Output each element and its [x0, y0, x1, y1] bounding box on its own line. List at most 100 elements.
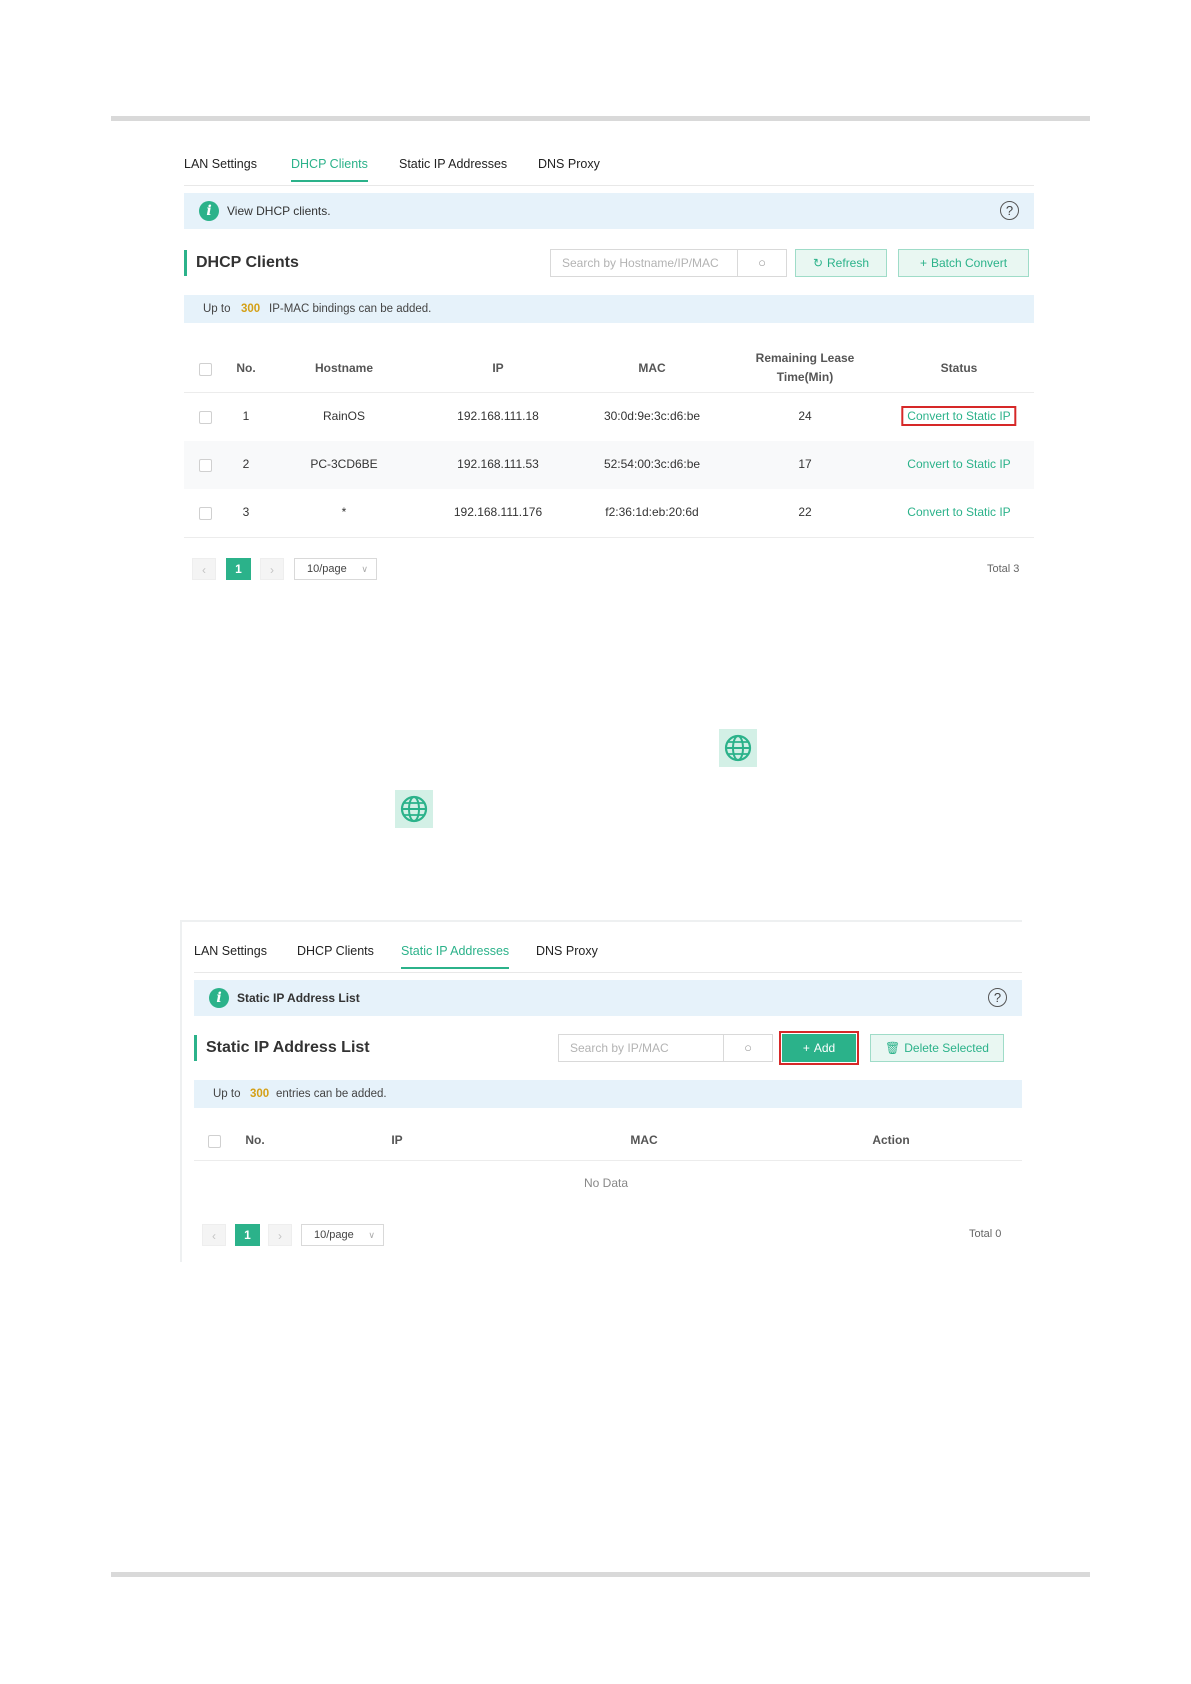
tab-static-ip-addresses[interactable]: Static IP Addresses [399, 157, 507, 171]
convert-to-static-ip-link[interactable]: Convert to Static IP [907, 457, 1010, 471]
cell-lease: 24 [798, 409, 812, 423]
tab-dhcp-clients[interactable]: DHCP Clients [291, 157, 368, 182]
dhcp-clients-panel: LAN Settings DHCP Clients Static IP Addr… [184, 145, 1034, 590]
column-header-status: Status [940, 361, 978, 375]
limit-note-number: 300 [241, 303, 261, 315]
total-count: Total 0 [969, 1228, 1002, 1240]
page-top-rule [111, 116, 1090, 121]
page-size-select[interactable]: 10/page ∨ [294, 558, 377, 580]
next-page-button[interactable]: › [260, 558, 284, 580]
prev-page-button[interactable]: ‹ [202, 1224, 226, 1246]
plus-icon: + [802, 1041, 810, 1055]
cell-mac: 52:54:00:3c:d6:be [603, 457, 701, 471]
globe-icon [395, 790, 433, 828]
tab-bar: LAN Settings DHCP Clients Static IP Addr… [194, 932, 1022, 973]
delete-selected-button[interactable]: 🗑 Delete Selected [870, 1034, 1004, 1062]
column-header-ip: IP [391, 1133, 403, 1147]
row-checkbox[interactable] [199, 411, 212, 424]
chevron-down-icon: ∨ [361, 564, 368, 574]
table-row: 1 RainOS 192.168.111.18 30:0d:9e:3c:d6:b… [184, 393, 1034, 441]
row-checkbox[interactable] [199, 507, 212, 520]
cell-ip: 192.168.111.18 [457, 409, 539, 423]
current-page-button[interactable]: 1 [235, 1224, 260, 1246]
prev-page-button[interactable]: ‹ [192, 558, 216, 580]
batch-convert-button[interactable]: + Batch Convert [898, 249, 1029, 277]
tab-dns-proxy[interactable]: DNS Proxy [536, 944, 598, 958]
info-banner-text: View DHCP clients. [227, 204, 331, 218]
convert-to-static-ip-link[interactable]: Convert to Static IP [907, 505, 1010, 519]
cell-ip: 192.168.111.53 [457, 457, 539, 471]
add-button-label: Add [813, 1041, 836, 1055]
search-icon[interactable]: ○ [723, 1035, 772, 1061]
info-icon: i [209, 988, 229, 1008]
batch-convert-button-label: Batch Convert [930, 256, 1008, 270]
plus-icon: + [919, 256, 927, 270]
tab-lan-settings[interactable]: LAN Settings [194, 944, 267, 958]
globe-icon [719, 729, 757, 767]
cell-no: 2 [242, 457, 250, 471]
cell-mac: 30:0d:9e:3c:d6:be [603, 409, 701, 423]
tab-dns-proxy[interactable]: DNS Proxy [538, 157, 600, 171]
tab-lan-settings[interactable]: LAN Settings [184, 157, 257, 171]
section-title: DHCP Clients [184, 250, 299, 276]
chevron-down-icon: ∨ [368, 1230, 375, 1240]
column-header-lease-line2: Time(Min) [776, 370, 834, 384]
info-banner: i View DHCP clients. ? [184, 193, 1034, 229]
page-size-select[interactable]: 10/page ∨ [301, 1224, 384, 1246]
info-banner: i Static IP Address List ? [194, 980, 1022, 1016]
tab-static-ip-addresses[interactable]: Static IP Addresses [401, 944, 510, 969]
column-header-mac: MAC [638, 361, 666, 375]
refresh-button-label: Refresh [827, 256, 870, 270]
add-button[interactable]: + Add [779, 1031, 859, 1065]
limit-note-prefix: Up to [203, 303, 231, 315]
delete-selected-button-label: Delete Selected [904, 1041, 989, 1055]
limit-note: Up to 300 IP-MAC bindings can be added. [184, 295, 1034, 323]
cell-mac: f2:36:1d:eb:20:6d [605, 505, 699, 519]
column-header-lease-line1: Remaining Lease [755, 351, 855, 365]
tab-dhcp-clients[interactable]: DHCP Clients [297, 944, 374, 958]
search-input[interactable] [551, 250, 739, 276]
column-header-ip: IP [492, 361, 504, 375]
total-count: Total 3 [987, 563, 1020, 575]
search-icon[interactable]: ○ [737, 250, 786, 276]
cell-ip: 192.168.111.176 [453, 505, 543, 519]
static-ip-panel-content: LAN Settings DHCP Clients Static IP Addr… [194, 922, 1022, 1262]
header-divider [194, 1160, 1022, 1161]
refresh-button[interactable]: ↻ Refresh [795, 249, 887, 277]
help-icon[interactable]: ? [1000, 201, 1019, 220]
section-title: Static IP Address List [194, 1035, 370, 1061]
current-page-button[interactable]: 1 [226, 558, 251, 580]
info-icon: i [199, 201, 219, 221]
limit-note-suffix: entries can be added. [276, 1088, 387, 1100]
column-header-hostname: Hostname [314, 361, 374, 375]
cell-no: 3 [242, 505, 250, 519]
limit-note-suffix: IP-MAC bindings can be added. [269, 303, 432, 315]
cell-hostname: PC-3CD6BE [310, 457, 378, 471]
tab-bar: LAN Settings DHCP Clients Static IP Addr… [184, 145, 1034, 186]
cell-lease: 17 [798, 457, 812, 471]
page-bottom-rule [111, 1572, 1090, 1577]
cell-no: 1 [242, 409, 250, 423]
info-banner-text: Static IP Address List [237, 991, 360, 1005]
empty-state-text: No Data [583, 1176, 629, 1190]
column-header-no: No. [236, 361, 256, 375]
select-all-checkbox[interactable] [199, 363, 212, 376]
limit-note-prefix: Up to [213, 1088, 241, 1100]
limit-note: Up to 300 entries can be added. [194, 1080, 1022, 1108]
search-box: ○ [550, 249, 787, 277]
table-row: 2 PC-3CD6BE 192.168.111.53 52:54:00:3c:d… [184, 441, 1034, 489]
table-bottom-divider [184, 537, 1034, 538]
refresh-icon: ↻ [812, 256, 824, 270]
limit-note-number: 300 [250, 1088, 270, 1100]
search-input[interactable] [559, 1035, 725, 1061]
select-all-checkbox[interactable] [208, 1135, 221, 1148]
row-checkbox[interactable] [199, 459, 212, 472]
table-row: 3 * 192.168.111.176 f2:36:1d:eb:20:6d 22… [184, 489, 1034, 537]
help-icon[interactable]: ? [988, 988, 1007, 1007]
search-box: ○ [558, 1034, 773, 1062]
page-size-value: 10/page [314, 1229, 354, 1241]
convert-to-static-ip-link[interactable]: Convert to Static IP [901, 406, 1017, 426]
next-page-button[interactable]: › [268, 1224, 292, 1246]
column-header-no: No. [245, 1133, 265, 1147]
page-size-value: 10/page [307, 563, 347, 575]
